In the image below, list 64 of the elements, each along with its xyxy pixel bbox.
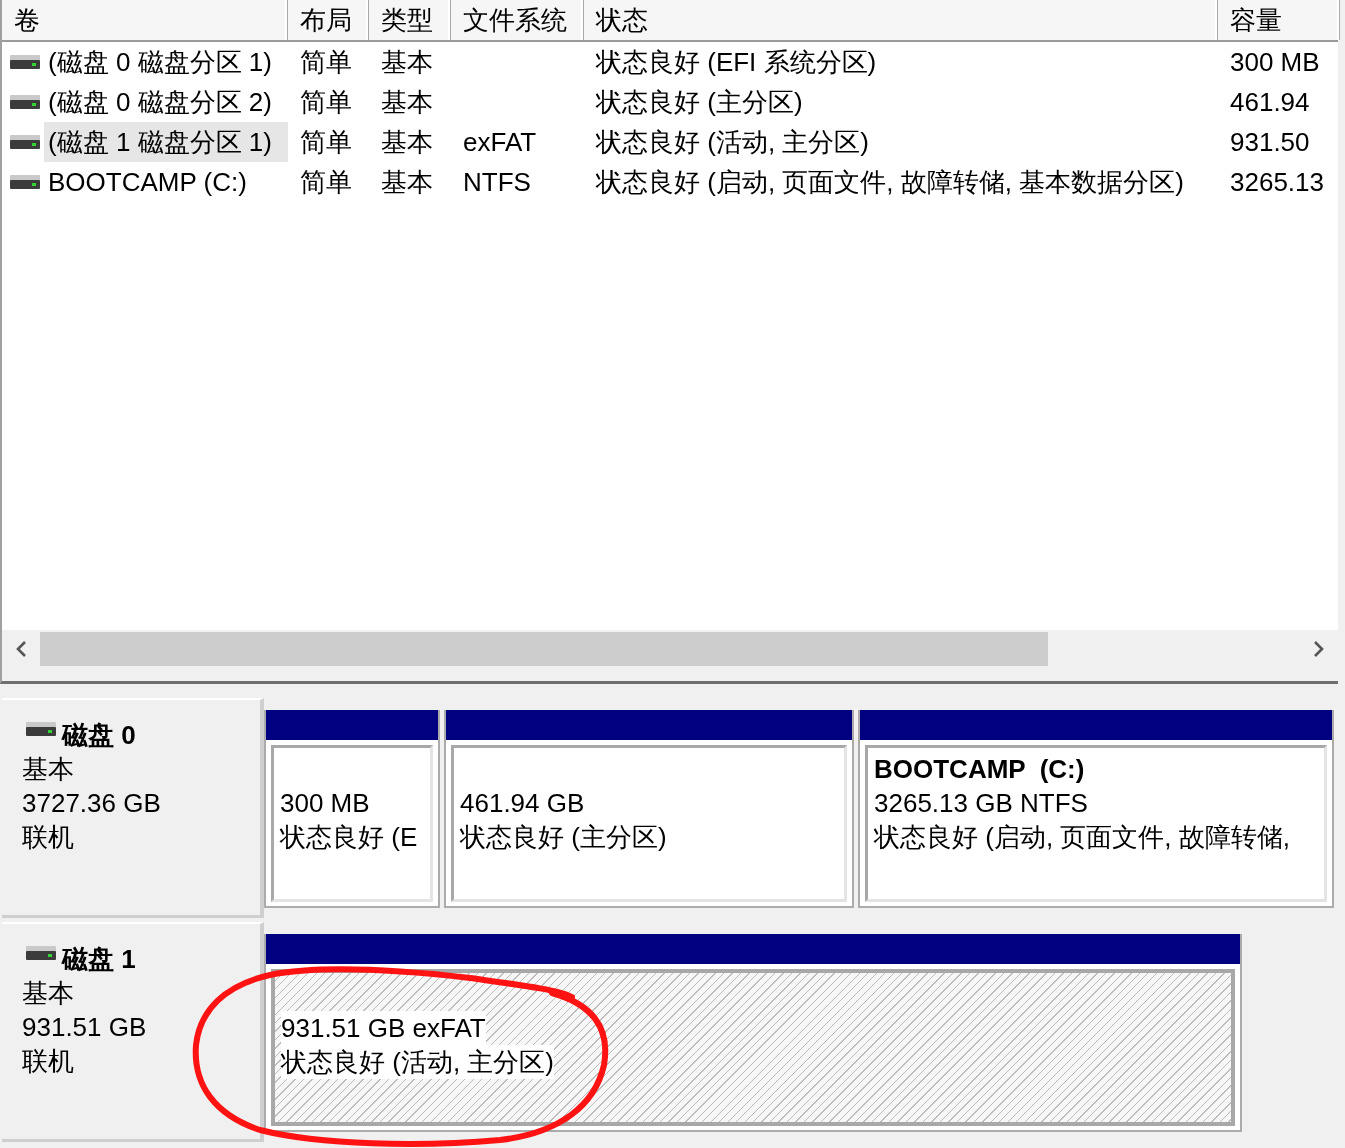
- partition-status: 状态良好 (活动, 主分区): [281, 1045, 554, 1079]
- status-cell-text: 状态良好 (EFI 系统分区): [594, 46, 878, 79]
- type-cell-text: 基本: [380, 46, 434, 79]
- layout-cell-text: 简单: [299, 46, 353, 79]
- disk-status: 联机: [22, 821, 75, 854]
- status-cell-text: 状态良好 (活动, 主分区): [594, 126, 870, 159]
- capacity-cell-text: 931.50: [1229, 126, 1311, 159]
- partition-label: BOOTCAMP (C:): [874, 753, 1085, 786]
- partition-box[interactable]: 931.51 GB exFAT 状态良好 (活动, 主分区): [271, 969, 1235, 1126]
- chevron-right-icon: [1313, 640, 1325, 658]
- disk-info-panel[interactable]: 磁盘 1 基本 931.51 GB 联机: [2, 922, 264, 1142]
- disk-info-panel[interactable]: 磁盘 0 基本 3727.36 GB 联机: [2, 698, 264, 918]
- hard-drive-icon: [10, 175, 40, 189]
- column-header[interactable]: 卷: [2, 0, 288, 40]
- partition-size: 300 MB: [280, 787, 370, 820]
- hard-drive-icon: [10, 95, 40, 109]
- disk-capacity: 3727.36 GB: [22, 787, 162, 820]
- column-header[interactable]: 容量: [1218, 0, 1340, 40]
- partition-box[interactable]: 461.94 GB 状态良好 (主分区): [451, 745, 847, 902]
- partition-size: 3265.13 GB NTFS: [874, 787, 1088, 820]
- column-header[interactable]: 文件系统: [451, 0, 584, 40]
- disk-capacity: 931.51 GB: [22, 1011, 148, 1044]
- volume-name[interactable]: (磁盘 0 磁盘分区 1): [44, 42, 288, 82]
- hard-drive-icon: [26, 946, 56, 960]
- disk-name: 磁盘 0: [62, 719, 136, 752]
- disk-status: 联机: [22, 1045, 75, 1078]
- partition-box[interactable]: 300 MB 状态良好 (E: [271, 745, 433, 902]
- file-system-cell-text: NTFS: [462, 166, 532, 199]
- scrollbar-thumb[interactable]: [40, 632, 1048, 666]
- status-cell-text: 状态良好 (启动, 页面文件, 故障转储, 基本数据分区): [594, 166, 1185, 199]
- status-cell-text: 状态良好 (主分区): [594, 86, 804, 119]
- partition-box[interactable]: BOOTCAMP (C:) 3265.13 GB NTFS 状态良好 (启动, 页面文件, 故障转储,: [865, 745, 1327, 902]
- hard-drive-icon: [10, 135, 40, 149]
- partition-size: 931.51 GB exFAT: [281, 1011, 486, 1045]
- partition[interactable]: 300 MB 状态良好 (E: [264, 710, 440, 908]
- disk-type: 基本: [22, 977, 75, 1010]
- partition-status: 状态良好 (主分区): [460, 821, 667, 854]
- partition-status: 状态良好 (E: [280, 821, 418, 854]
- partition-status: 状态良好 (启动, 页面文件, 故障转储,: [874, 821, 1290, 854]
- type-cell-text: 基本: [380, 126, 434, 159]
- capacity-cell-text: 461.94: [1229, 86, 1311, 119]
- partition[interactable]: BOOTCAMP (C:) 3265.13 GB NTFS 状态良好 (启动, 页面文件, 故障转储,: [858, 710, 1334, 908]
- hard-drive-icon: [26, 722, 56, 736]
- volume-name[interactable]: (磁盘 1 磁盘分区 1): [44, 122, 288, 162]
- partition[interactable]: 931.51 GB exFAT 状态良好 (活动, 主分区): [264, 934, 1242, 1132]
- partition-size: 461.94 GB: [460, 787, 585, 820]
- file-system-cell-text: exFAT: [462, 126, 538, 159]
- layout-cell-text: 简单: [299, 86, 353, 119]
- volume-name[interactable]: BOOTCAMP (C:): [44, 162, 288, 202]
- column-header[interactable]: 类型: [369, 0, 451, 40]
- disk-name: 磁盘 1: [62, 943, 136, 976]
- capacity-cell-text: 3265.13: [1229, 166, 1325, 199]
- capacity-cell-text: 300 MB: [1229, 46, 1321, 79]
- chevron-left-icon: [15, 640, 27, 658]
- partition[interactable]: 461.94 GB 状态良好 (主分区): [444, 710, 854, 908]
- layout-cell-text: 简单: [299, 166, 353, 199]
- column-header[interactable]: 布局: [288, 0, 369, 40]
- hard-drive-icon: [10, 55, 40, 69]
- column-header[interactable]: 状态: [584, 0, 1218, 40]
- type-cell-text: 基本: [380, 86, 434, 119]
- layout-cell-text: 简单: [299, 126, 353, 159]
- volume-name[interactable]: (磁盘 0 磁盘分区 2): [44, 82, 288, 122]
- disk-type: 基本: [22, 753, 75, 786]
- type-cell-text: 基本: [380, 166, 434, 199]
